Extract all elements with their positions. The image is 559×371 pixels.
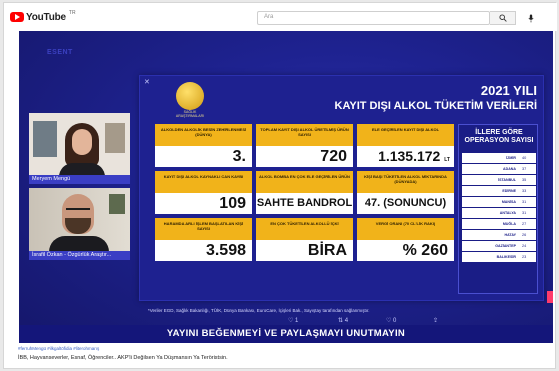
stat-value: 3. bbox=[155, 146, 252, 167]
panel-title: KAYIT DIŞI ALKOL TÜKETİM VERİLERİ bbox=[334, 100, 538, 112]
list-item: GAZİANTEP 24 bbox=[462, 241, 536, 251]
stat-value: % 260 bbox=[357, 240, 454, 261]
stat-card: HARAMDA ARLI İŞLEM BAŞLATILAN KİŞİ SAYIS… bbox=[155, 218, 252, 261]
stat-card: ALKOLDEN ALKOLİK BESİN ZEHİRLENMESİ (DÜN… bbox=[155, 124, 252, 167]
browser-page: YouTube TR Ara ESENT Meryem Mengü İsrafi… bbox=[3, 2, 557, 369]
voice-search-button[interactable] bbox=[524, 11, 538, 25]
search-button[interactable] bbox=[490, 11, 516, 25]
stat-label: ALKOLDEN ALKOLİK BESİN ZEHİRLENMESİ (DÜN… bbox=[155, 124, 252, 146]
video-player[interactable]: ESENT Meryem Mengü İsrafil Özkan - Özgür… bbox=[19, 31, 553, 343]
list-item: MUĞLA 27 bbox=[462, 219, 536, 229]
close-icon[interactable]: ✕ bbox=[144, 78, 150, 86]
retweet-control[interactable]: ⇅ 4 bbox=[338, 317, 348, 324]
stat-value: 1.135.172 LT bbox=[357, 146, 454, 167]
list-item: BALIKESİR 23 bbox=[462, 252, 536, 262]
stat-value: 720 bbox=[256, 146, 353, 167]
list-item: ANTALYA 31 bbox=[462, 208, 536, 218]
youtube-topbar: YouTube TR Ara bbox=[4, 3, 557, 31]
stat-card: ALKOL BOMBA EN ÇOK ELE GEÇİRİLEN ÜRÜN SA… bbox=[256, 171, 353, 214]
live-indicator bbox=[547, 291, 553, 303]
webcam-guest: İsrafil Özkan - Özgürlük Araştır... bbox=[29, 188, 130, 260]
provinces-title: İLLERE GÖRE OPERASYON SAYISI bbox=[464, 129, 534, 144]
stat-label: EN ÇOK TÜKETİLEN ALKOLLÜ İÇKİ bbox=[256, 218, 353, 240]
stat-label: ELE GEÇİRİLEN KAYIT DIŞI ALKOL bbox=[357, 124, 454, 146]
youtube-play-icon bbox=[10, 12, 24, 22]
panel-year: 2021 YILI bbox=[480, 83, 537, 98]
youtube-logo-text: YouTube bbox=[26, 11, 66, 23]
microphone-icon bbox=[528, 14, 534, 22]
stat-label: KİŞİ BAŞI TÜKETİLEN ALKOL MİKTARINDA (DÜ… bbox=[357, 171, 454, 193]
video-title: İBB, Hayvanseverler, Esnaf, Öğrenciler..… bbox=[18, 355, 228, 361]
stat-value: SAHTE BANDROL bbox=[256, 193, 353, 214]
organization-logo bbox=[176, 82, 204, 110]
stat-label: VERGİ ORANI (70 CL'LİK RAKI) bbox=[357, 218, 454, 240]
webcam-name-label: İsrafil Özkan - Özgürlük Araştır... bbox=[29, 251, 130, 260]
heart-control[interactable]: ♡ 0 bbox=[386, 317, 396, 324]
provinces-box: İLLERE GÖRE OPERASYON SAYISI İZMİR 40 ADA… bbox=[458, 124, 538, 294]
youtube-country-code: TR bbox=[68, 10, 76, 16]
source-note: *Veriler EGD, Sağlık Bakanlığı, TÜİK, Dü… bbox=[148, 308, 370, 313]
stat-value: 3.598 bbox=[155, 240, 252, 261]
search-placeholder: Ara bbox=[264, 14, 274, 20]
stat-card: EN ÇOK TÜKETİLEN ALKOLLÜ İÇKİ BİRA bbox=[256, 218, 353, 261]
stat-card: KİŞİ BAŞI TÜKETİLEN ALKOL MİKTARINDA (DÜ… bbox=[357, 171, 454, 214]
bottom-banner: YAYINI BEĞENMEYİ VE PAYLAŞMAYI UNUTMAYIN bbox=[19, 325, 553, 343]
channel-watermark: ESENT bbox=[47, 49, 73, 56]
provinces-list: İZMİR 40 ADANA 37 İSTANBUL 35 EDİRNE 33 MANİ… bbox=[462, 153, 536, 263]
info-panel: ✕ SAĞLIK ARAŞTIRMALARI 2021 YILI KAYIT D… bbox=[139, 75, 544, 324]
stat-value: 109 bbox=[155, 193, 252, 214]
video-hashtags[interactable]: #ferruhMengü #ilkgaltöfidia #literohmarı… bbox=[18, 346, 99, 351]
list-item: HATAY 26 bbox=[462, 230, 536, 240]
webcam-name-label: Meryem Mengü bbox=[29, 175, 130, 184]
webcam-host: Meryem Mengü bbox=[29, 113, 130, 184]
stat-unit: LT bbox=[444, 157, 450, 163]
stat-label: KAYIT DIŞI ALKOL KAYNAKLI CAN KAYBI bbox=[155, 171, 252, 193]
like-control[interactable]: ♡ 1 bbox=[288, 317, 298, 324]
stat-card: TOPLAM KAYIT DIŞI ALKOL ÜRETİLMİŞ ÜRÜN S… bbox=[256, 124, 353, 167]
list-item: İSTANBUL 35 bbox=[462, 175, 536, 185]
list-item: İZMİR 40 bbox=[462, 153, 536, 163]
stat-label: TOPLAM KAYIT DIŞI ALKOL ÜRETİLMİŞ ÜRÜN S… bbox=[256, 124, 353, 146]
stats-grid: ALKOLDEN ALKOLİK BESİN ZEHİRLENMESİ (DÜN… bbox=[155, 124, 454, 307]
list-item: EDİRNE 33 bbox=[462, 186, 536, 196]
stat-value: BİRA bbox=[256, 240, 353, 261]
logo-caption: SAĞLIK ARAŞTIRMALARI bbox=[175, 110, 205, 118]
list-item: ADANA 37 bbox=[462, 164, 536, 174]
stat-label: HARAMDA ARLI İŞLEM BAŞLATILAN KİŞİ SAYIS… bbox=[155, 218, 252, 240]
search-icon bbox=[498, 14, 507, 22]
banner-text: YAYINI BEĞENMEYİ VE PAYLAŞMAYI UNUTMAYIN bbox=[166, 328, 406, 339]
stat-label: ALKOL BOMBA EN ÇOK ELE GEÇİRİLEN ÜRÜN bbox=[256, 171, 353, 193]
stat-card: KAYIT DIŞI ALKOL KAYNAKLI CAN KAYBI 109 bbox=[155, 171, 252, 214]
youtube-logo[interactable]: YouTube TR bbox=[10, 10, 76, 23]
stat-value: 47. (SONUNCU) bbox=[357, 193, 454, 214]
list-item: MANİSA 31 bbox=[462, 197, 536, 207]
share-control[interactable]: ⇪ bbox=[433, 317, 438, 324]
stat-card: ELE GEÇİRİLEN KAYIT DIŞI ALKOL 1.135.172… bbox=[357, 124, 454, 167]
stat-card: VERGİ ORANI (70 CL'LİK RAKI) % 260 bbox=[357, 218, 454, 261]
search-input[interactable]: Ara bbox=[257, 11, 490, 25]
